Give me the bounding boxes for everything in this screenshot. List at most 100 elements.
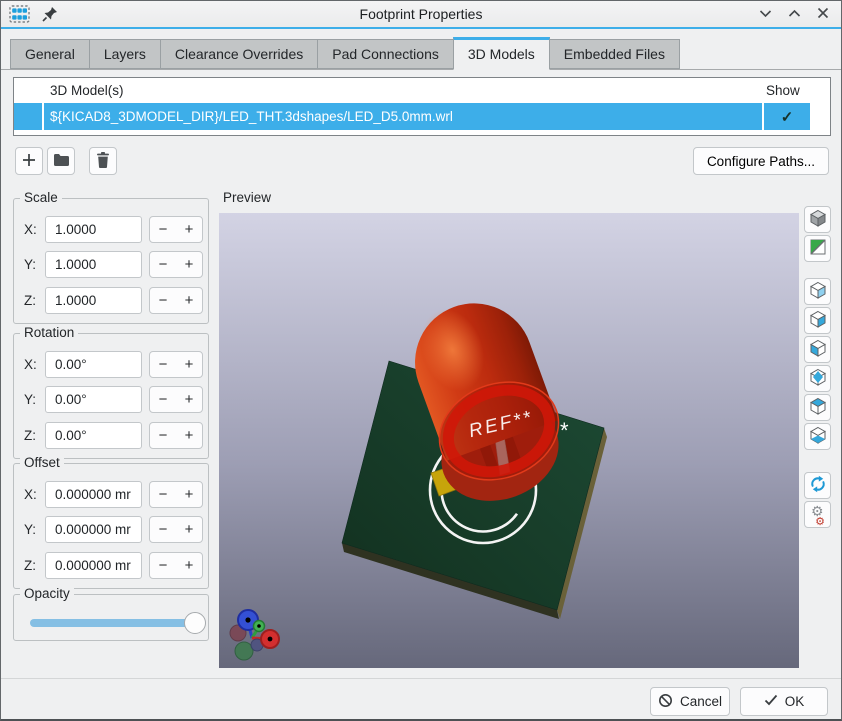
rotation-group: Rotation X: −+ Y: −+ Z: −+ xyxy=(13,333,209,459)
maximize-icon[interactable] xyxy=(788,9,801,18)
models-table: 3D Model(s) Show ${KICAD8_3DMODEL_DIR}/L… xyxy=(13,77,831,136)
plus-icon[interactable]: + xyxy=(176,352,202,377)
minus-icon[interactable]: − xyxy=(150,423,176,448)
models-table-header: 3D Model(s) Show xyxy=(14,78,830,103)
plus-icon[interactable]: + xyxy=(176,387,202,412)
offset-z-input[interactable] xyxy=(45,552,142,579)
minus-icon[interactable]: − xyxy=(150,288,176,313)
silkscreen-asterisk: * xyxy=(560,418,569,443)
scale-x-input[interactable] xyxy=(45,216,142,243)
rotation-y-input[interactable] xyxy=(45,386,142,413)
tab-pad-connections[interactable]: Pad Connections xyxy=(317,39,454,69)
cube-right-blue-icon xyxy=(808,309,828,332)
rotation-legend: Rotation xyxy=(20,325,78,340)
tab-layers[interactable]: Layers xyxy=(89,39,161,69)
column-header-show: Show xyxy=(762,83,810,98)
tab-general[interactable]: General xyxy=(10,39,90,69)
view-back-button[interactable] xyxy=(804,365,831,392)
rotation-y-stepper[interactable]: −+ xyxy=(149,386,203,413)
reload-board-button[interactable] xyxy=(804,472,831,499)
cube-top-blue-icon xyxy=(808,396,828,419)
tab-clearance-overrides[interactable]: Clearance Overrides xyxy=(160,39,318,69)
rotation-z-input[interactable] xyxy=(45,422,142,449)
render-settings-button[interactable]: ⚙⚙ xyxy=(804,501,831,528)
footprint-properties-dialog: Footprint Properties General Layers Clea… xyxy=(0,0,842,721)
opacity-group: Opacity xyxy=(13,594,209,641)
offset-z-label: Z: xyxy=(24,558,45,573)
minus-icon[interactable]: − xyxy=(150,482,176,507)
close-icon[interactable] xyxy=(817,7,829,19)
minus-icon[interactable]: − xyxy=(150,252,176,277)
plus-icon[interactable]: + xyxy=(176,217,202,242)
scale-z-stepper[interactable]: −+ xyxy=(149,287,203,314)
minus-icon[interactable]: − xyxy=(150,387,176,412)
browse-model-button[interactable] xyxy=(47,147,75,175)
minus-icon[interactable]: − xyxy=(150,217,176,242)
opacity-legend: Opacity xyxy=(20,586,74,601)
view-left-button[interactable] xyxy=(804,307,831,334)
folder-icon xyxy=(53,153,70,170)
cancel-button[interactable]: Cancel xyxy=(650,687,730,716)
cube-gray-icon xyxy=(808,208,828,231)
view-top-button[interactable] xyxy=(804,394,831,421)
tab-bar: General Layers Clearance Overrides Pad C… xyxy=(1,31,841,70)
minus-icon[interactable]: − xyxy=(150,553,176,578)
rotation-x-stepper[interactable]: −+ xyxy=(149,351,203,378)
view-right-button[interactable] xyxy=(804,278,831,305)
show-checkbox[interactable]: ✓ xyxy=(762,103,810,130)
model-path-cell[interactable]: ${KICAD8_3DMODEL_DIR}/LED_THT.3dshapes/L… xyxy=(44,103,762,130)
offset-y-input[interactable] xyxy=(45,516,142,543)
footer-divider xyxy=(1,678,841,679)
minus-icon[interactable]: − xyxy=(150,517,176,542)
scale-x-stepper[interactable]: −+ xyxy=(149,216,203,243)
scale-y-stepper[interactable]: −+ xyxy=(149,251,203,278)
offset-y-label: Y: xyxy=(24,522,45,537)
offset-group: Offset X: −+ Y: −+ Z: −+ xyxy=(13,463,209,589)
plus-icon[interactable]: + xyxy=(176,482,202,507)
rotation-x-label: X: xyxy=(24,357,45,372)
view-front-button[interactable] xyxy=(804,336,831,363)
pin-icon[interactable] xyxy=(42,6,58,27)
plus-icon[interactable]: + xyxy=(176,252,202,277)
offset-x-stepper[interactable]: −+ xyxy=(149,481,203,508)
scale-z-input[interactable] xyxy=(45,287,142,314)
row-selector-cell[interactable] xyxy=(14,103,44,130)
ok-button[interactable]: OK xyxy=(740,687,828,716)
view-orthographic-button[interactable] xyxy=(804,206,831,233)
minus-icon[interactable]: − xyxy=(150,352,176,377)
configure-paths-button[interactable]: Configure Paths... xyxy=(693,147,829,175)
offset-y-stepper[interactable]: −+ xyxy=(149,516,203,543)
rotation-y-label: Y: xyxy=(24,392,45,407)
scale-x-label: X: xyxy=(24,222,45,237)
plus-icon[interactable]: + xyxy=(176,517,202,542)
trash-icon xyxy=(96,152,110,171)
preview-3d-viewport[interactable]: REF** * xyxy=(219,213,799,668)
plus-icon[interactable]: + xyxy=(176,553,202,578)
offset-x-input[interactable] xyxy=(45,481,142,508)
delete-model-button[interactable] xyxy=(89,147,117,175)
opacity-slider[interactable] xyxy=(30,619,200,627)
refresh-icon xyxy=(808,474,828,497)
cancel-icon xyxy=(658,693,673,711)
ok-label: OK xyxy=(785,694,805,709)
opacity-slider-handle[interactable] xyxy=(184,612,206,634)
preview-label: Preview xyxy=(223,190,271,205)
scale-y-input[interactable] xyxy=(45,251,142,278)
minimize-icon[interactable] xyxy=(759,9,772,18)
view-bottom-button[interactable] xyxy=(804,423,831,450)
plus-icon[interactable]: + xyxy=(176,423,202,448)
row-filler xyxy=(810,103,830,130)
scale-group: Scale X: −+ Y: −+ Z: −+ xyxy=(13,198,209,324)
flip-board-button[interactable] xyxy=(804,235,831,262)
plus-icon[interactable]: + xyxy=(176,288,202,313)
add-model-button[interactable] xyxy=(15,147,43,175)
tab-3d-models[interactable]: 3D Models xyxy=(453,37,550,70)
rotation-x-input[interactable] xyxy=(45,351,142,378)
rotation-z-stepper[interactable]: −+ xyxy=(149,422,203,449)
cube-center-blue-icon xyxy=(808,367,828,390)
offset-z-stepper[interactable]: −+ xyxy=(149,552,203,579)
tab-embedded-files[interactable]: Embedded Files xyxy=(549,39,680,69)
titlebar: Footprint Properties xyxy=(1,1,841,29)
footprint-icon xyxy=(9,5,30,28)
table-row[interactable]: ${KICAD8_3DMODEL_DIR}/LED_THT.3dshapes/L… xyxy=(14,103,830,130)
